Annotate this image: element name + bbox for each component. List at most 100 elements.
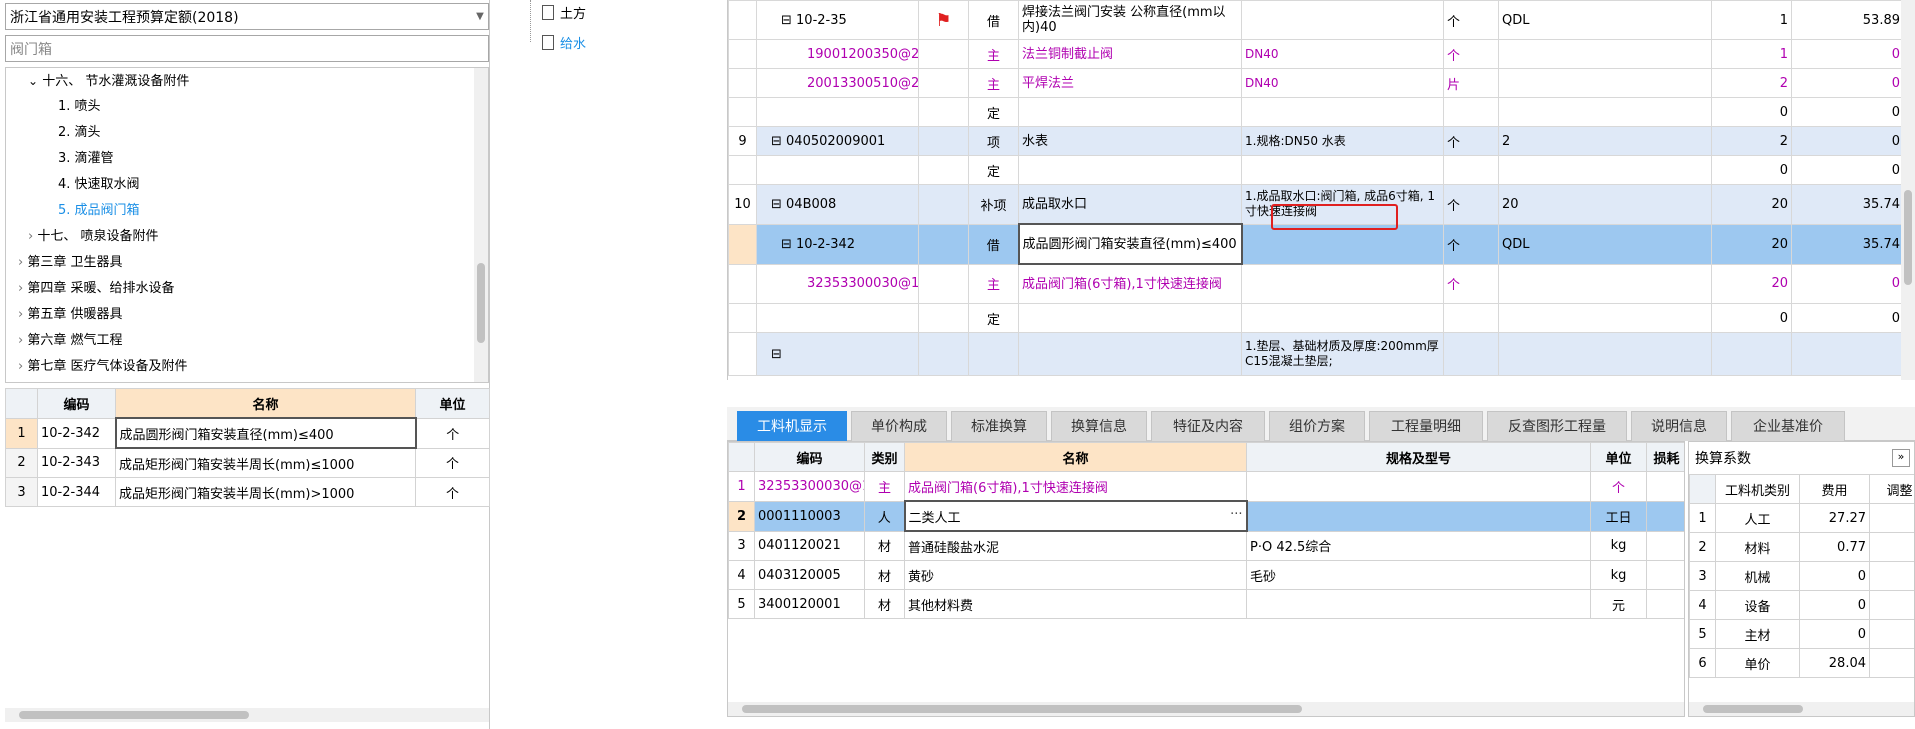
cell-type: 材 <box>864 560 905 590</box>
column-header-type[interactable]: 类别 <box>864 442 905 472</box>
tab-pricing-plan[interactable]: 组价方案 <box>1269 411 1365 441</box>
collapse-panel-icon[interactable]: » <box>1892 449 1910 467</box>
tab-description[interactable]: 说明信息 <box>1631 411 1727 441</box>
table-row[interactable]: 定 00 <box>728 155 1904 185</box>
chevron-right-icon[interactable]: › <box>18 281 23 296</box>
table-row[interactable]: 20013300510@2 主平焊法兰 DN40 片 2 0 <box>728 68 1904 98</box>
list-horizontal-scrollbar[interactable] <box>5 708 489 722</box>
chevron-right-icon[interactable]: › <box>18 333 23 348</box>
table-row[interactable]: 6 单价 28.04 <box>1689 648 1914 678</box>
tab-quantity-detail[interactable]: 工程量明细 <box>1369 411 1483 441</box>
table-row[interactable]: 定 00 <box>728 97 1904 127</box>
table-row[interactable]: 5 3400120001 材其他材料费 元 <box>728 589 1684 619</box>
table-row[interactable]: 4 0403120005 材黄砂 毛砂 kg <box>728 560 1684 590</box>
chevron-right-icon[interactable]: › <box>18 307 23 322</box>
tree-item-selected[interactable]: 5. 成品阀门箱 <box>58 198 140 224</box>
collapse-icon[interactable]: ⊟ <box>781 13 796 28</box>
table-row[interactable]: 3 0401120021 材普通硅酸盐水泥 P·O 42.5综合 kg <box>728 530 1684 561</box>
column-header-adjust[interactable]: 调整 <box>1869 474 1914 504</box>
tree-scrollbar[interactable] <box>474 68 488 382</box>
chevron-right-icon[interactable]: › <box>28 229 33 244</box>
cell-name <box>1018 155 1242 185</box>
tree-item[interactable]: › 第五章 供暖器具 <box>18 302 122 328</box>
column-header-code[interactable]: 编码 <box>37 388 116 419</box>
table-row[interactable]: 2 0001110003 人二类人工 ··· 工日 <box>728 500 1684 532</box>
column-header-unit[interactable]: 单位 <box>415 388 490 419</box>
table-row[interactable]: 5 主材 0 <box>1689 619 1914 649</box>
table-row[interactable]: ⊟ 10-2-35 ⚑ 借焊接法兰阀门安装 公称直径(mm以内)40 个 QDL 1 53.… <box>728 0 1904 40</box>
more-icon[interactable]: ··· <box>1230 507 1242 522</box>
table-row[interactable]: 1 32353300030@1 主成品阀门箱(6寸箱),1寸快速连接阀 个 <box>728 471 1684 502</box>
collapse-icon[interactable]: ⊟ <box>771 134 786 149</box>
tab-unit-price[interactable]: 单价构成 <box>851 411 947 441</box>
table-row[interactable]: 2 材料 0.77 <box>1689 532 1914 562</box>
table-row[interactable]: 3 机械 0 <box>1689 561 1914 591</box>
tab-features[interactable]: 特征及内容 <box>1151 411 1265 441</box>
chevron-down-icon[interactable]: ⌄ <box>28 74 38 88</box>
cell-code <box>756 303 919 333</box>
tree-connector <box>530 0 542 42</box>
tree-item[interactable]: 给水 <box>542 33 586 52</box>
scrollbar-thumb[interactable] <box>742 705 1302 713</box>
table-row[interactable]: 9 ⊟ 040502009001 项水表 1.规格:DN50 水表个 2 2 0 <box>728 126 1904 156</box>
table-row[interactable]: 1 10-2-342 成品圆形阀门箱安装直径(mm)≤400 个 <box>5 417 490 449</box>
chevron-down-icon[interactable]: ▼ <box>472 11 488 22</box>
table-row[interactable]: 1 人工 27.27 <box>1689 503 1914 533</box>
coefficient-horizontal-scrollbar[interactable] <box>1689 702 1914 716</box>
table-row[interactable]: 19001200350@2 主法兰铜制截止阀 DN40 个 1 0 <box>728 39 1904 69</box>
tree-item[interactable]: 1. 喷头 <box>58 94 101 120</box>
tree-item[interactable]: › 第四章 采暖、给排水设备 <box>18 276 174 302</box>
column-header-loss[interactable]: 损耗 <box>1646 442 1684 472</box>
table-row[interactable]: 4 设备 0 <box>1689 590 1914 620</box>
scrollbar-thumb[interactable] <box>19 711 249 719</box>
tree-item[interactable]: 4. 快速取水阀 <box>58 172 140 198</box>
collapse-icon[interactable]: ⊟ <box>781 237 796 252</box>
search-input[interactable]: 阀门箱 <box>5 35 489 62</box>
tab-conversion-info[interactable]: 换算信息 <box>1051 411 1147 441</box>
tree-item[interactable]: › 十七、 喷泉设备附件 <box>28 224 158 250</box>
tree-item[interactable]: 土方 <box>542 3 586 22</box>
column-header-unit[interactable]: 单位 <box>1590 442 1647 472</box>
chevron-right-icon[interactable]: › <box>18 255 23 270</box>
table-row[interactable]: ⊟ 1.垫层、基础材质及厚度:200mm厚C15混凝土垫层; <box>728 332 1904 376</box>
tab-graphic-quantity[interactable]: 反查图形工程量 <box>1487 411 1627 441</box>
column-header-name[interactable]: 名称 <box>115 388 416 419</box>
tree-item[interactable]: › 第七章 医疗气体设备及附件 <box>18 354 187 380</box>
cell-name[interactable]: 普通硅酸盐水泥 <box>904 530 1247 561</box>
column-header-name[interactable]: 名称 <box>904 442 1247 472</box>
tree-item[interactable]: ⌄ 十六、 节水灌溉设备附件 <box>28 68 189 94</box>
cell-name[interactable]: 二类人工 ··· <box>903 500 1248 532</box>
chevron-right-icon[interactable]: › <box>18 359 23 374</box>
cell-unit: 个 <box>1443 263 1499 304</box>
cell-no <box>728 263 757 304</box>
cell-name: 焊接法兰阀门安装 公称直径(mm以内)40 <box>1018 0 1242 40</box>
collapse-icon[interactable]: ⊟ <box>771 347 782 362</box>
table-row[interactable]: 定 00 <box>728 303 1904 333</box>
quota-library-select[interactable]: 浙江省通用安装工程预算定额(2018) ▼ <box>5 3 489 30</box>
table-row[interactable]: ⊟ 10-2-342 借成品圆形阀门箱安装直径(mm)≤400 个 QDL 20 35.7… <box>728 223 1904 265</box>
cell-name[interactable]: 其他材料费 <box>904 589 1247 619</box>
tree-item[interactable]: › 第三章 卫生器具 <box>18 250 122 276</box>
column-header-code[interactable]: 编码 <box>754 442 865 472</box>
table-row[interactable]: 32353300030@1 主成品阀门箱(6寸箱),1寸快速连接阀 个 20 0 <box>728 263 1904 304</box>
cell-name[interactable]: 成品阀门箱(6寸箱),1寸快速连接阀 <box>904 471 1247 502</box>
column-header-category[interactable]: 工料机类别 <box>1715 474 1800 504</box>
tab-standard-conversion[interactable]: 标准换算 <box>951 411 1047 441</box>
scrollbar-thumb[interactable] <box>1703 705 1803 713</box>
table-row[interactable]: 2 10-2-343 成品矩形阀门箱安装半周长(mm)≤1000 个 <box>5 447 490 478</box>
tab-enterprise-price[interactable]: 企业基准价 <box>1731 411 1845 441</box>
tree-item[interactable]: › 第六章 燃气工程 <box>18 328 122 354</box>
column-header-spec[interactable]: 规格及型号 <box>1246 442 1591 472</box>
resource-grid-horizontal-scrollbar[interactable] <box>728 702 1684 716</box>
cell-name[interactable]: 黄砂 <box>904 560 1247 590</box>
column-header-fee[interactable]: 费用 <box>1799 474 1870 504</box>
collapse-icon[interactable]: ⊟ <box>771 197 786 212</box>
tree-item[interactable]: 2. 滴头 <box>58 120 101 146</box>
tree-scrollbar-thumb[interactable] <box>477 263 485 343</box>
tree-item[interactable]: 3. 滴灌管 <box>58 146 114 172</box>
tab-resource-display[interactable]: 工料机显示 <box>737 411 847 441</box>
table-row[interactable]: 3 10-2-344 成品矩形阀门箱安装半周长(mm)>1000 个 <box>5 477 490 507</box>
cell-expr: 20 <box>1498 184 1712 225</box>
top-grid-vertical-scrollbar[interactable] <box>1901 0 1915 380</box>
scrollbar-thumb[interactable] <box>1904 190 1912 285</box>
